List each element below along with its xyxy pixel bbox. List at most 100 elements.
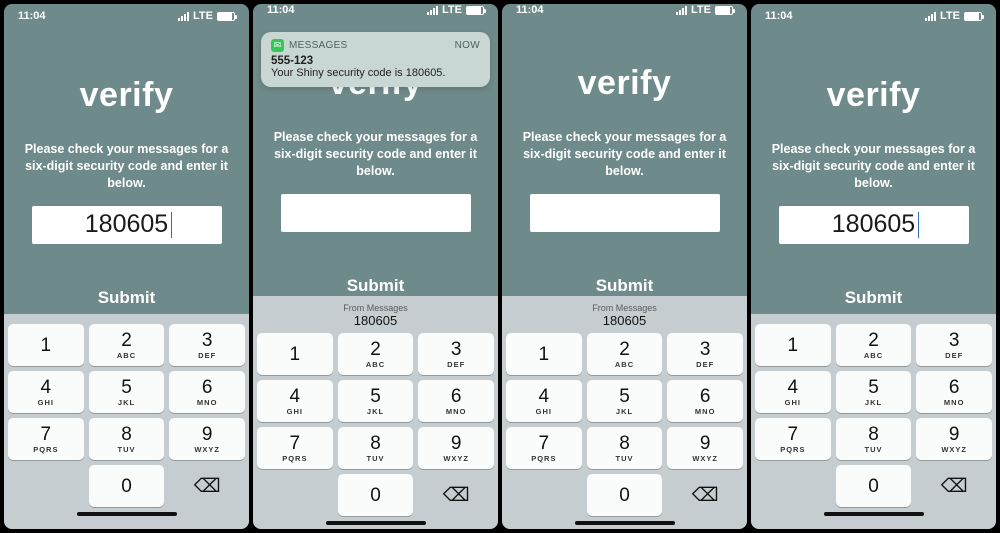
key-number: 1 <box>290 345 301 364</box>
key-8[interactable]: 8TUV <box>836 418 912 460</box>
key-9[interactable]: 9WXYZ <box>667 427 743 469</box>
submit-button[interactable]: Submit <box>596 276 654 296</box>
key-1[interactable]: 1 <box>755 324 831 366</box>
key-0[interactable]: 0 <box>338 474 414 516</box>
key-9[interactable]: 9WXYZ <box>169 418 245 460</box>
key-1[interactable]: 1 <box>257 333 333 375</box>
keypad-row: 0⌫ <box>755 465 992 507</box>
key-1[interactable]: 1 <box>8 324 84 366</box>
key-3[interactable]: 3DEF <box>667 333 743 375</box>
key-0[interactable]: 0 <box>836 465 912 507</box>
key-4[interactable]: 4GHI <box>257 380 333 422</box>
phone-screen: 11:04LTEverifyPlease check your messages… <box>4 4 249 529</box>
key-number: 3 <box>202 331 213 350</box>
key-3[interactable]: 3DEF <box>418 333 494 375</box>
suggestion-code: 180605 <box>257 313 494 329</box>
key-6[interactable]: 6MNO <box>169 371 245 413</box>
delete-key[interactable]: ⌫ <box>667 474 743 516</box>
keypad-row: 0⌫ <box>506 474 743 516</box>
key-number: 8 <box>370 434 381 453</box>
notification-body: Your Shiny security code is 180605. <box>271 67 480 79</box>
key-letters: TUV <box>118 445 136 454</box>
key-number: 5 <box>370 387 381 406</box>
submit-button[interactable]: Submit <box>347 276 405 296</box>
key-2[interactable]: 2ABC <box>338 333 414 375</box>
key-6[interactable]: 6MNO <box>916 371 992 413</box>
text-cursor <box>918 212 919 238</box>
key-number: ⌫ <box>941 477 968 496</box>
key-4[interactable]: 4GHI <box>755 371 831 413</box>
key-number: 8 <box>121 425 132 444</box>
code-input[interactable]: 180605 <box>779 206 969 244</box>
key-8[interactable]: 8TUV <box>338 427 414 469</box>
key-number: 3 <box>451 340 462 359</box>
sms-notification[interactable]: ✉MESSAGESnow555-123Your Shiny security c… <box>261 32 490 87</box>
code-input[interactable] <box>281 194 471 232</box>
key-5[interactable]: 5JKL <box>836 371 912 413</box>
key-0[interactable]: 0 <box>89 465 165 507</box>
key-number: 8 <box>619 434 630 453</box>
code-input[interactable] <box>530 194 720 232</box>
battery-icon <box>466 6 484 15</box>
key-letters: JKL <box>118 398 135 407</box>
key-number: 8 <box>868 425 879 444</box>
key-number: 0 <box>121 477 132 496</box>
keypad-row: 7PQRS8TUV9WXYZ <box>8 418 245 460</box>
key-7[interactable]: 7PQRS <box>755 418 831 460</box>
key-3[interactable]: 3DEF <box>169 324 245 366</box>
delete-key[interactable]: ⌫ <box>916 465 992 507</box>
key-letters: WXYZ <box>443 454 469 463</box>
key-8[interactable]: 8TUV <box>587 427 663 469</box>
key-letters: MNO <box>944 398 965 407</box>
key-number: 2 <box>121 331 132 350</box>
key-3[interactable]: 3DEF <box>916 324 992 366</box>
status-bar: 11:04LTE <box>502 4 747 16</box>
key-1[interactable]: 1 <box>506 333 582 375</box>
status-bar: 11:04LTE <box>751 4 996 28</box>
status-time: 11:04 <box>18 10 46 22</box>
verify-content: verifyPlease check your messages for a s… <box>751 28 996 314</box>
key-4[interactable]: 4GHI <box>506 380 582 422</box>
home-indicator[interactable] <box>77 512 177 516</box>
home-indicator[interactable] <box>575 521 675 525</box>
notification-timestamp: now <box>455 40 480 51</box>
key-7[interactable]: 7PQRS <box>257 427 333 469</box>
key-5[interactable]: 5JKL <box>89 371 165 413</box>
key-5[interactable]: 5JKL <box>587 380 663 422</box>
keypad-row: 7PQRS8TUV9WXYZ <box>506 427 743 469</box>
keypad-row: 1 2ABC3DEF <box>8 324 245 366</box>
key-2[interactable]: 2ABC <box>587 333 663 375</box>
key-letters: GHI <box>38 398 54 407</box>
key-9[interactable]: 9WXYZ <box>916 418 992 460</box>
home-indicator[interactable] <box>824 512 924 516</box>
home-indicator[interactable] <box>326 521 426 525</box>
key-number: 1 <box>41 336 52 355</box>
key-letters: MNO <box>197 398 218 407</box>
key-7[interactable]: 7PQRS <box>506 427 582 469</box>
key-0[interactable]: 0 <box>587 474 663 516</box>
autofill-suggestion[interactable]: From Messages180605 <box>506 300 743 333</box>
key-number: 0 <box>868 477 879 496</box>
key-2[interactable]: 2ABC <box>836 324 912 366</box>
key-8[interactable]: 8TUV <box>89 418 165 460</box>
key-2[interactable]: 2ABC <box>89 324 165 366</box>
delete-key[interactable]: ⌫ <box>169 465 245 507</box>
carrier-label: LTE <box>691 4 711 16</box>
submit-button[interactable]: Submit <box>845 288 903 308</box>
autofill-suggestion[interactable]: From Messages180605 <box>257 300 494 333</box>
phone-screen: 11:04LTEverifyPlease check your messages… <box>751 4 996 529</box>
carrier-label: LTE <box>442 4 462 16</box>
key-7[interactable]: 7PQRS <box>8 418 84 460</box>
key-6[interactable]: 6MNO <box>667 380 743 422</box>
key-number: 2 <box>868 331 879 350</box>
suggestion-code: 180605 <box>506 313 743 329</box>
key-6[interactable]: 6MNO <box>418 380 494 422</box>
key-4[interactable]: 4GHI <box>8 371 84 413</box>
code-input[interactable]: 180605 <box>32 206 222 244</box>
key-number: 9 <box>451 434 462 453</box>
key-letters: PQRS <box>282 454 307 463</box>
delete-key[interactable]: ⌫ <box>418 474 494 516</box>
key-9[interactable]: 9WXYZ <box>418 427 494 469</box>
submit-button[interactable]: Submit <box>98 288 156 308</box>
key-5[interactable]: 5JKL <box>338 380 414 422</box>
